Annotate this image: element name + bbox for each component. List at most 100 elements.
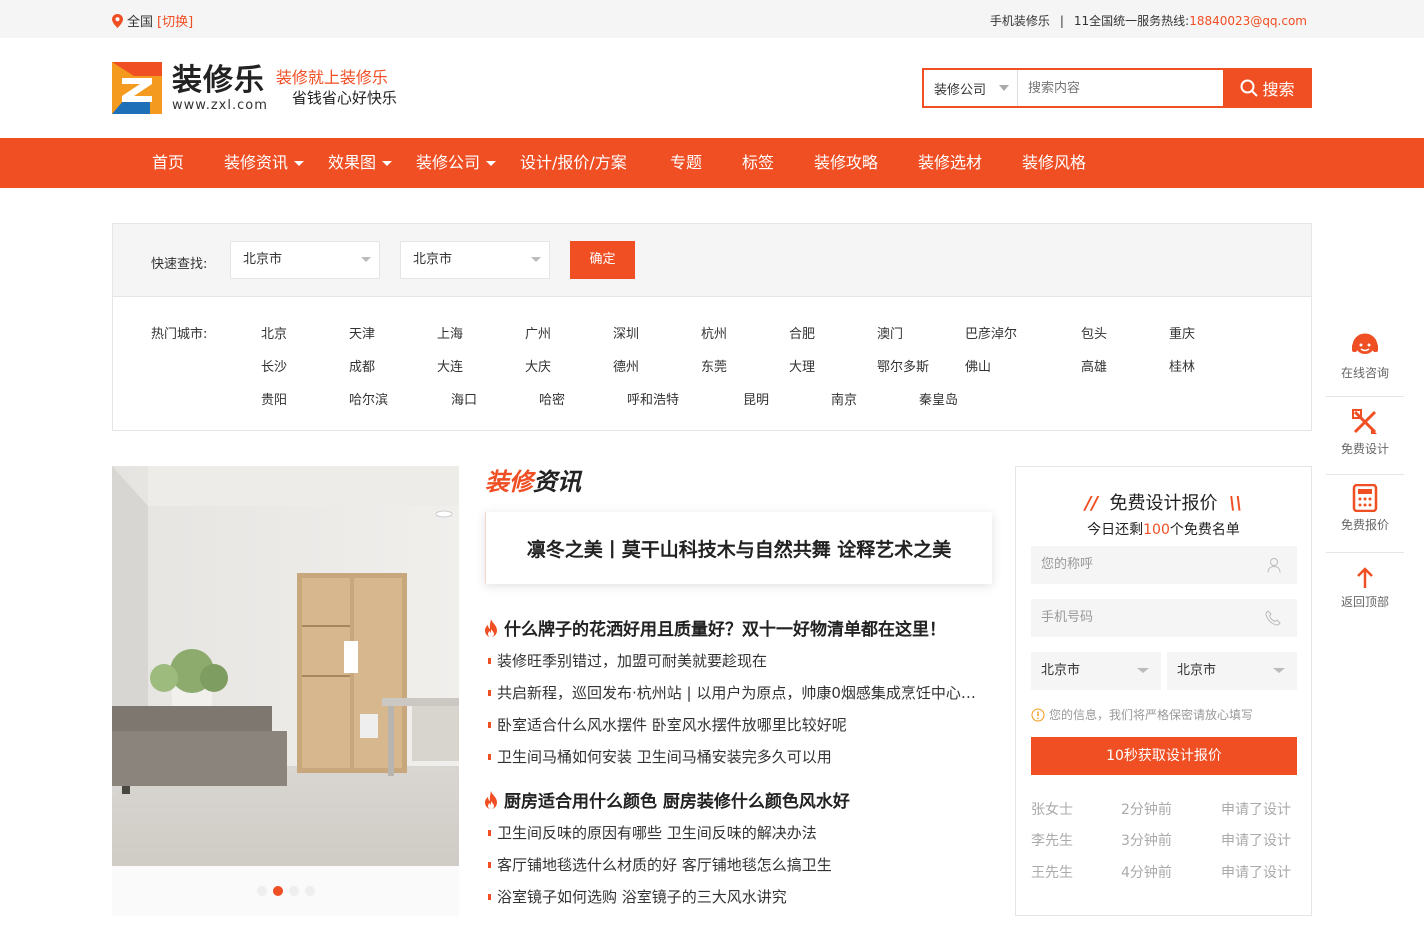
hot-city-link[interactable]: 佛山 — [965, 356, 991, 375]
city-value: 北京市 — [413, 252, 453, 267]
hot-city-link[interactable]: 北京 — [261, 323, 287, 342]
record-time: 3分钟前 — [1121, 833, 1172, 849]
hot-city-link[interactable]: 杭州 — [701, 323, 727, 342]
news-item[interactable]: 共启新程，巡回发布·杭州站 | 以用户为原点，帅康0烟感集成烹饪中心新品发布会 — [488, 682, 993, 703]
record-name: 张女士 — [1031, 802, 1073, 818]
nav-guides[interactable]: 装修攻略 — [814, 138, 878, 188]
record-name: 王先生 — [1031, 865, 1073, 881]
hot-city-link[interactable]: 哈尔滨 — [349, 389, 388, 408]
search-button-label: 搜索 — [1262, 80, 1295, 99]
phone-input[interactable]: 手机号码 — [1031, 599, 1297, 637]
quote-form-panel: // 免费设计报价 \\ 今日还剩100个免费名单 您的称呼 手机号码 北京市 … — [1015, 466, 1312, 916]
hot-city-link[interactable]: 高雄 — [1081, 356, 1107, 375]
carousel-dot[interactable] — [304, 886, 315, 896]
nav-topics[interactable]: 专题 — [670, 138, 702, 188]
room-photo — [112, 466, 459, 866]
nav-styles[interactable]: 装修风格 — [1022, 138, 1086, 188]
carousel-dot[interactable] — [288, 886, 299, 896]
news-item[interactable]: 浴室镜子如何选购 浴室镜子的三大风水讲究 — [488, 886, 993, 907]
location-pin-icon — [112, 13, 123, 28]
nav-renderings[interactable]: 效果图 — [328, 138, 393, 188]
bullet — [488, 753, 491, 760]
province-select[interactable]: 北京市 — [230, 241, 380, 279]
nav-companies[interactable]: 装修公司 — [416, 138, 497, 188]
bullet — [488, 657, 491, 664]
hot-city-link[interactable]: 呼和浩特 — [627, 389, 679, 408]
sidebar-consult[interactable]: 在线咨询 — [1326, 330, 1404, 381]
name-input[interactable]: 您的称呼 — [1031, 546, 1297, 584]
hot-city-link[interactable]: 合肥 — [789, 323, 815, 342]
news-section-title: 装修资讯 — [485, 462, 581, 497]
name-placeholder: 您的称呼 — [1041, 557, 1094, 572]
hot-city-link[interactable]: 哈密 — [539, 389, 565, 408]
hot-city-link[interactable]: 南京 — [831, 389, 857, 408]
hot-city-link[interactable]: 广州 — [525, 323, 551, 342]
news-title-accent: 装修 — [485, 468, 533, 496]
hot-city-link[interactable]: 大连 — [437, 356, 463, 375]
carousel-dot[interactable] — [256, 886, 267, 896]
form-title: // 免费设计报价 \\ — [1016, 489, 1311, 515]
phone-icon — [1265, 610, 1281, 626]
hotline-value[interactable]: 18840023@qq.com — [1189, 14, 1307, 28]
hot-city-link[interactable]: 桂林 — [1169, 356, 1195, 375]
carousel-dot-active[interactable] — [272, 886, 283, 896]
get-quote-button[interactable]: 10秒获取设计报价 — [1031, 737, 1297, 775]
news-item-text: 浴室镜子如何选购 浴室镜子的三大风水讲究 — [497, 888, 787, 906]
hot-city-link[interactable]: 鄂尔多斯 — [877, 356, 929, 375]
news-item[interactable]: 客厅铺地毯选什么材质的好 客厅铺地毯怎么搞卫生 — [488, 854, 993, 875]
news-item[interactable]: 卫生间反味的原因有哪些 卫生间反味的解决办法 — [488, 822, 993, 843]
search-icon — [1240, 79, 1259, 97]
nav-label: 效果图 — [328, 153, 377, 172]
nav-home[interactable]: 首页 — [152, 138, 184, 188]
form-province-value: 北京市 — [1041, 663, 1081, 678]
search-input[interactable] — [1018, 70, 1223, 106]
hot-city-link[interactable]: 长沙 — [261, 356, 287, 375]
hot-city-link[interactable]: 秦皇岛 — [919, 389, 958, 408]
mobile-site-link[interactable]: 手机装修乐 — [990, 12, 1050, 29]
hot-city-link[interactable]: 天津 — [349, 323, 375, 342]
form-province-select[interactable]: 北京市 — [1031, 652, 1161, 690]
location-selector[interactable]: 全国 [切换] — [112, 11, 193, 30]
hot-city-link[interactable]: 深圳 — [613, 323, 639, 342]
chevron-down-icon — [531, 257, 541, 262]
switch-location-link[interactable]: [切换] — [157, 11, 193, 30]
hot-city-link[interactable]: 重庆 — [1169, 323, 1195, 342]
sidebar-free-quote[interactable]: 免费报价 — [1326, 484, 1404, 533]
flame-icon — [485, 618, 497, 637]
search-button[interactable]: 搜索 — [1223, 68, 1312, 108]
form-city-select[interactable]: 北京市 — [1167, 652, 1297, 690]
hot-city-link[interactable]: 澳门 — [877, 323, 903, 342]
news-subheading[interactable]: 厨房适合用什么颜色 厨房装修什么颜色风水好 — [484, 787, 850, 812]
search-category-select[interactable]: 装修公司 — [924, 70, 1018, 106]
form-title-text: 免费设计报价 — [1109, 493, 1218, 514]
hot-city-link[interactable]: 德州 — [613, 356, 639, 375]
nav-news[interactable]: 装修资讯 — [224, 138, 305, 188]
news-headline[interactable]: 凛冬之美丨莫干山科技木与自然共舞 诠释艺术之美 — [485, 512, 992, 584]
hot-city-link[interactable]: 成都 — [349, 356, 375, 375]
news-item[interactable]: 卧室适合什么风水摆件 卧室风水摆件放哪里比较好呢 — [488, 714, 993, 735]
hot-city-link[interactable]: 东莞 — [701, 356, 727, 375]
hot-city-link[interactable]: 包头 — [1081, 323, 1107, 342]
site-logo[interactable]: 装修乐 www.zxl.com 装修就上装修乐 省钱省心好快乐 — [112, 62, 397, 114]
nav-label: 装修攻略 — [814, 153, 879, 172]
news-item[interactable]: 装修旺季别错过，加盟可耐美就要趁现在 — [488, 650, 993, 671]
hot-city-link[interactable]: 昆明 — [743, 389, 769, 408]
news-subheading[interactable]: 什么牌子的花洒好用且质量好？双十一好物清单都在这里！ — [484, 615, 946, 640]
privacy-note-text: 您的信息，我们将严格保密请放心填写 — [1049, 708, 1254, 722]
hot-city-link[interactable]: 大理 — [789, 356, 815, 375]
hot-city-link[interactable]: 贵阳 — [261, 389, 287, 408]
hot-city-link[interactable]: 上海 — [437, 323, 463, 342]
sidebar-back-to-top[interactable]: 返回顶部 — [1326, 567, 1404, 610]
nav-tags[interactable]: 标签 — [742, 138, 774, 188]
confirm-button[interactable]: 确定 — [570, 241, 635, 279]
hot-city-link[interactable]: 大庆 — [525, 356, 551, 375]
news-item[interactable]: 卫生间马桶如何安装 卫生间马桶安装完多久可以用 — [488, 746, 993, 767]
city-select[interactable]: 北京市 — [400, 241, 550, 279]
banner-carousel[interactable] — [112, 466, 459, 916]
hot-city-link[interactable]: 海口 — [451, 389, 477, 408]
sidebar-free-design[interactable]: 免费设计 — [1326, 408, 1404, 457]
hot-city-link[interactable]: 巴彦淖尔 — [965, 323, 1017, 342]
record-action: 申请了设计 — [1221, 833, 1291, 849]
nav-materials[interactable]: 装修选材 — [918, 138, 982, 188]
nav-design-quote[interactable]: 设计/报价/方案 — [520, 138, 627, 188]
